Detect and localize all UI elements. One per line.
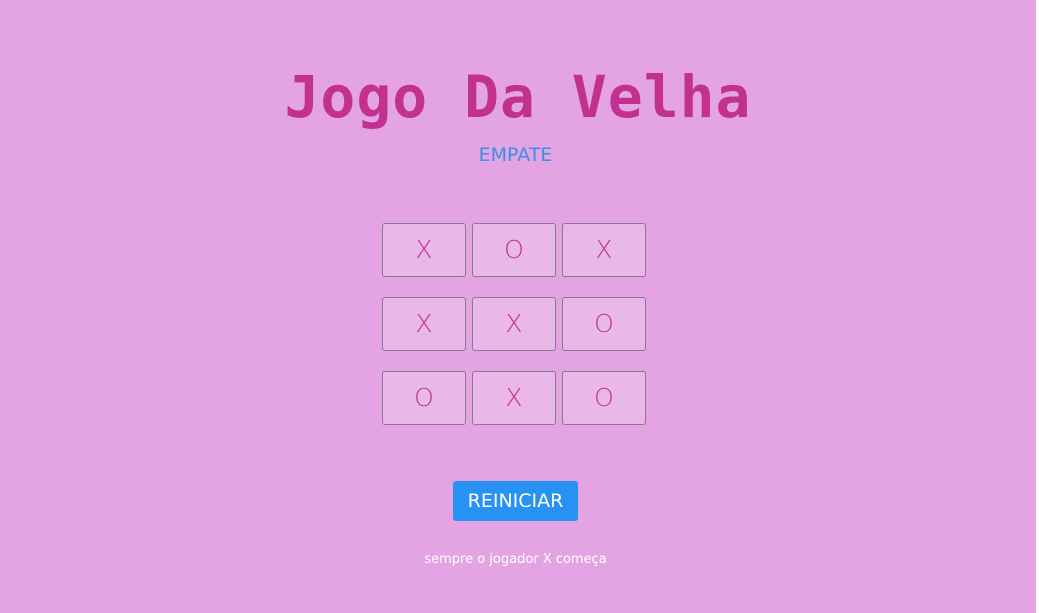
board-cell[interactable]: X <box>562 223 646 277</box>
board-cell[interactable]: X <box>382 297 466 351</box>
board-cell[interactable]: O <box>562 371 646 425</box>
game-status: EMPATE <box>478 144 553 166</box>
board-cell[interactable]: X <box>382 223 466 277</box>
footer-note: sempre o jogador X começa <box>424 552 607 567</box>
board-cell[interactable]: O <box>382 371 466 425</box>
page-title: Jogo Da Velha <box>284 62 752 131</box>
restart-button[interactable]: REINICIAR <box>453 481 578 521</box>
board-cell[interactable]: O <box>562 297 646 351</box>
board-cell[interactable]: X <box>472 371 556 425</box>
board-cell[interactable]: X <box>472 297 556 351</box>
board-cell[interactable]: O <box>472 223 556 277</box>
game-board: X O X X X O O X O <box>382 223 650 429</box>
